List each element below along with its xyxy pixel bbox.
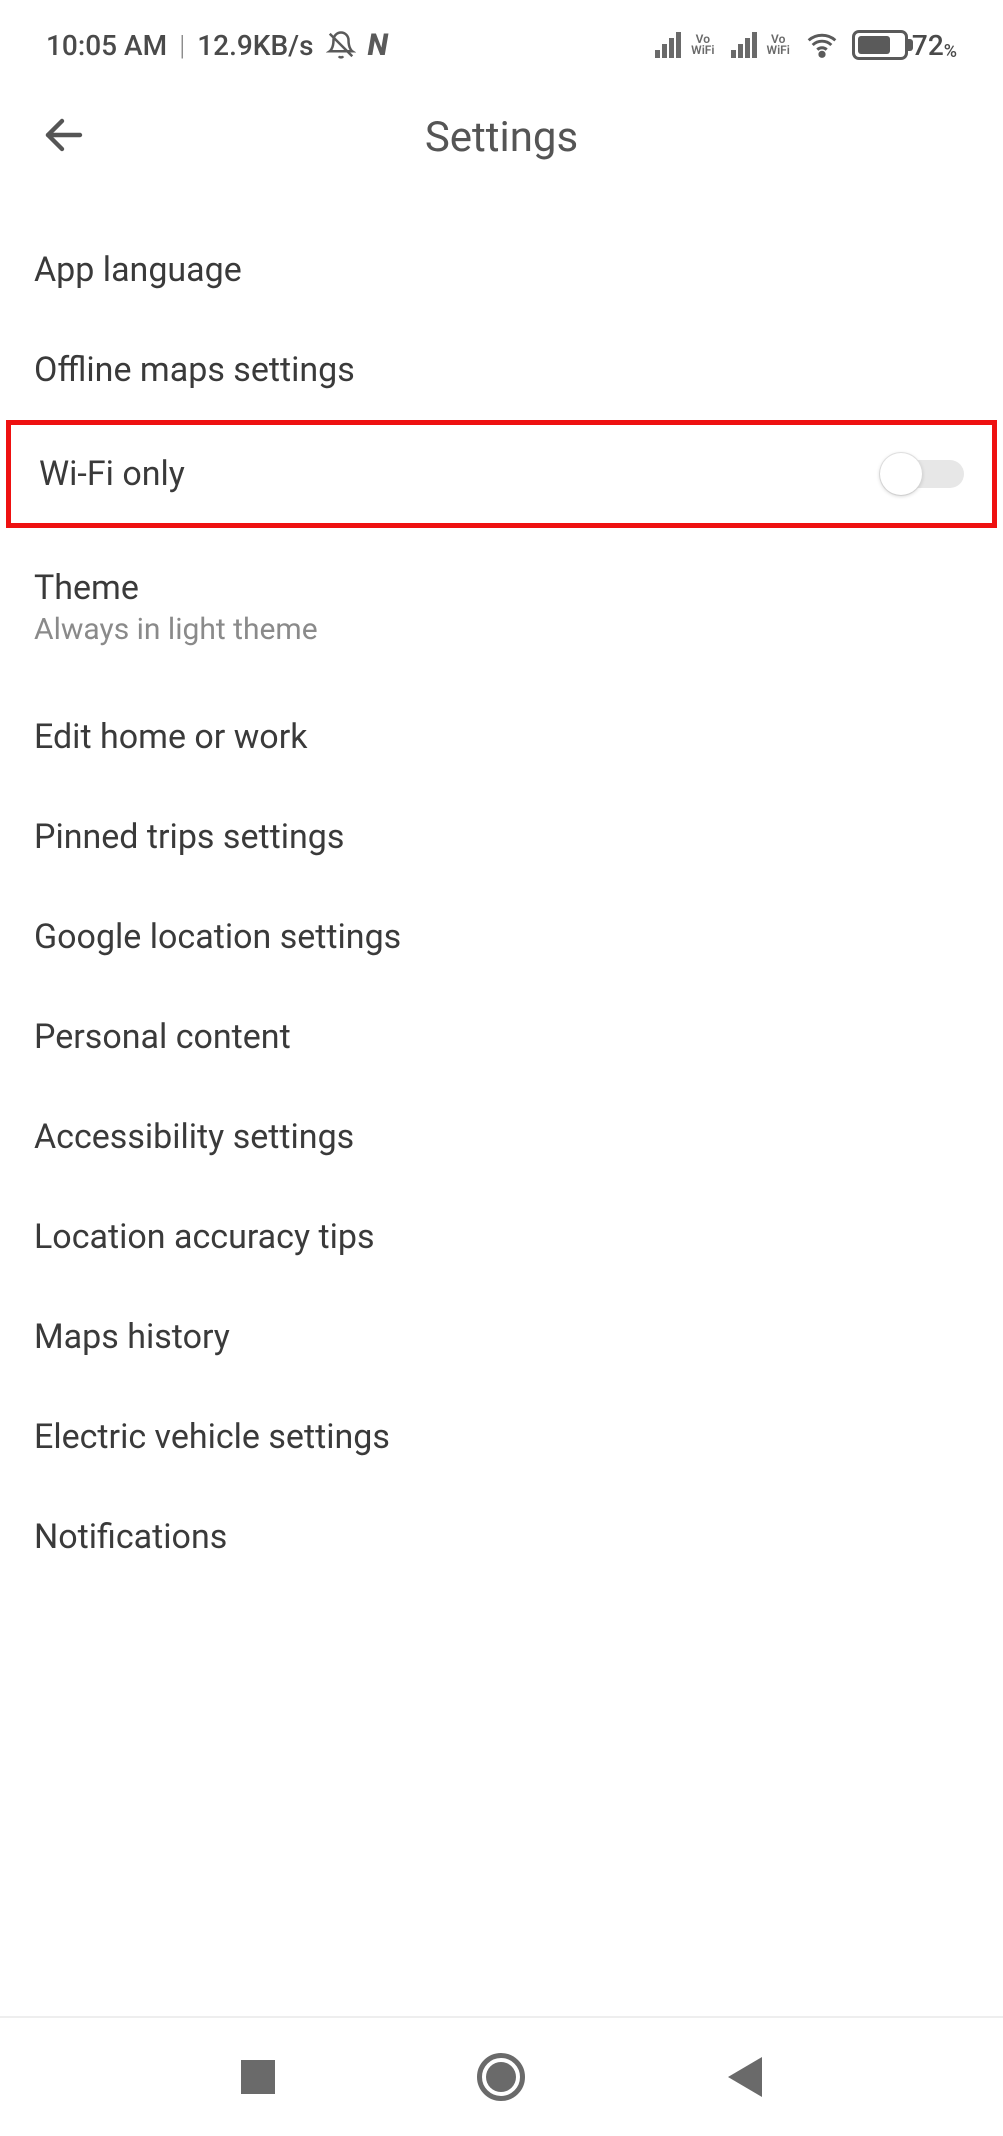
app-header: Settings	[0, 72, 1003, 202]
row-google-location[interactable]: Google location settings	[0, 887, 1003, 987]
label-wifi-only: Wi-Fi only	[39, 454, 185, 494]
vowifi-bottom: WiFi	[691, 45, 714, 56]
row-maps-history[interactable]: Maps history	[0, 1287, 1003, 1387]
battery-icon	[852, 30, 908, 60]
row-edit-home-work[interactable]: Edit home or work	[0, 677, 1003, 787]
row-accessibility[interactable]: Accessibility settings	[0, 1087, 1003, 1187]
label-offline-maps: Offline maps settings	[34, 350, 355, 390]
status-separator: |	[179, 29, 185, 62]
row-ev-settings[interactable]: Electric vehicle settings	[0, 1387, 1003, 1487]
vowifi-2-icon: Vo WiFi	[767, 34, 790, 56]
label-edit-home-work: Edit home or work	[34, 717, 307, 757]
status-left: 10:05 AM | 12.9KB/s N	[46, 28, 388, 63]
label-notifications: Notifications	[34, 1517, 227, 1557]
row-notifications[interactable]: Notifications	[0, 1487, 1003, 1587]
nav-back-button[interactable]	[728, 2057, 762, 2097]
wifi-icon	[806, 29, 838, 61]
status-net-speed: 12.9KB/s	[197, 29, 313, 62]
signal-2-icon	[731, 32, 757, 58]
battery-unit: %	[944, 41, 957, 62]
page-title: Settings	[425, 113, 578, 162]
vowifi-1-icon: Vo WiFi	[691, 34, 714, 56]
status-time: 10:05 AM	[46, 29, 167, 62]
battery-indicator: 72%	[852, 29, 957, 62]
back-button[interactable]	[40, 111, 88, 163]
label-accessibility: Accessibility settings	[34, 1117, 354, 1157]
android-nav-bar	[0, 2016, 1003, 2136]
row-pinned-trips[interactable]: Pinned trips settings	[0, 787, 1003, 887]
settings-list: App language Offline maps settings Wi-Fi…	[0, 202, 1003, 1587]
status-bar: 10:05 AM | 12.9KB/s N Vo WiFi Vo WiFi	[0, 0, 1003, 72]
row-personal-content[interactable]: Personal content	[0, 987, 1003, 1087]
label-google-location: Google location settings	[34, 917, 401, 957]
toggle-knob	[880, 453, 922, 495]
vowifi-bottom-2: WiFi	[767, 45, 790, 56]
label-maps-history: Maps history	[34, 1317, 230, 1357]
row-offline-maps[interactable]: Offline maps settings	[0, 320, 1003, 420]
bell-mute-icon	[326, 30, 356, 60]
row-theme[interactable]: Theme Always in light theme	[0, 528, 1003, 677]
row-app-language[interactable]: App language	[0, 220, 1003, 320]
row-location-tips[interactable]: Location accuracy tips	[0, 1187, 1003, 1287]
sub-theme: Always in light theme	[34, 612, 969, 647]
nav-home-button[interactable]	[477, 2053, 525, 2101]
toggle-wifi-only[interactable]	[880, 455, 964, 493]
label-location-tips: Location accuracy tips	[34, 1217, 375, 1257]
label-ev-settings: Electric vehicle settings	[34, 1417, 390, 1457]
battery-percent: 72%	[912, 29, 957, 62]
n-slash-icon: N	[368, 28, 389, 63]
label-pinned-trips: Pinned trips settings	[34, 817, 344, 857]
label-app-language: App language	[34, 250, 242, 290]
signal-1-icon	[655, 32, 681, 58]
row-wifi-only[interactable]: Wi-Fi only	[11, 425, 992, 523]
status-right: Vo WiFi Vo WiFi 72%	[655, 29, 957, 62]
battery-value: 72	[912, 29, 944, 62]
label-personal-content: Personal content	[34, 1017, 291, 1057]
label-theme: Theme	[34, 568, 969, 608]
nav-recents-button[interactable]	[241, 2060, 275, 2094]
highlight-wifi-only: Wi-Fi only	[6, 420, 997, 528]
